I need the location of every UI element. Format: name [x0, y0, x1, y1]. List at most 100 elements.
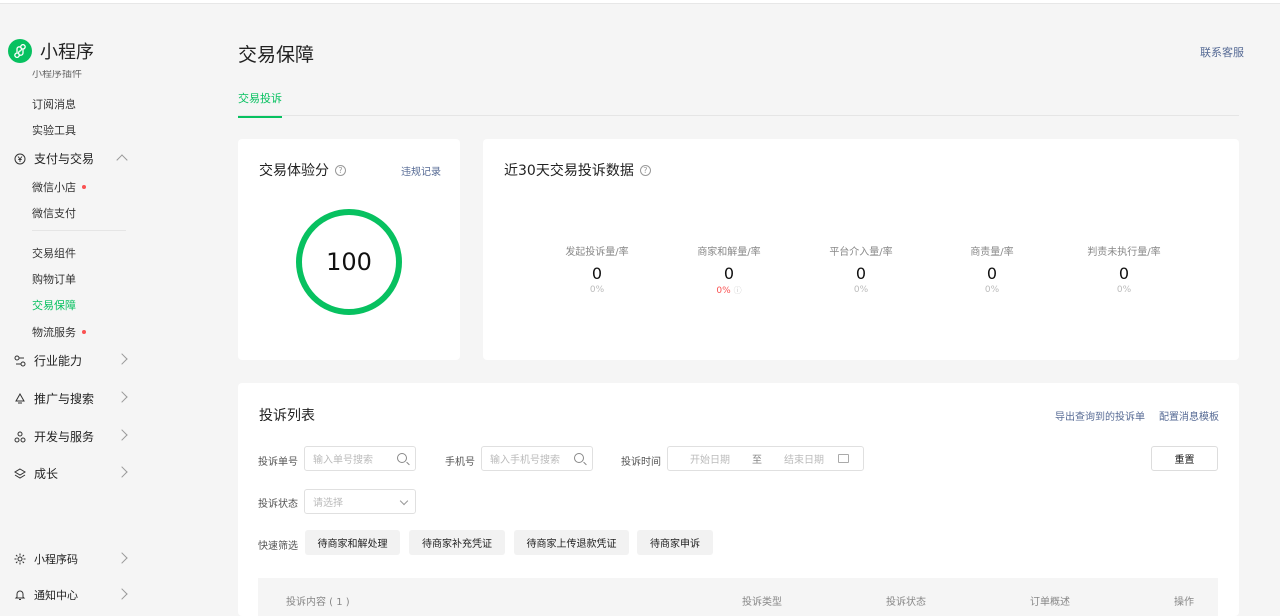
quick-filter-evidence[interactable]: 待商家补充凭证 — [409, 530, 505, 555]
complaint-time-label: 投诉时间 — [621, 457, 661, 468]
stat-percent: 0% — [853, 285, 869, 295]
sidebar-group-payment[interactable]: 支付与交易 — [14, 150, 94, 167]
quick-filter-appeal[interactable]: 待商家申诉 — [637, 530, 713, 555]
help-icon[interactable]: ? — [639, 164, 651, 176]
sidebar-item-orders[interactable]: 购物订单 — [32, 271, 76, 287]
stat-value: 0 — [986, 264, 998, 283]
info-icon[interactable]: ⓘ — [734, 286, 742, 295]
stat-complaints: 发起投诉量/率 0 0% — [532, 243, 662, 295]
sidebar-item-label: 小程序码 — [34, 553, 78, 566]
quick-filter-settle[interactable]: 待商家和解处理 — [305, 530, 400, 555]
column-content: 投诉内容 ( 1 ) — [286, 597, 350, 608]
order-number-placeholder: 输入单号搜索 — [313, 455, 373, 466]
stat-value: 0 — [723, 264, 735, 283]
column-order-summary: 订单概述 — [1030, 597, 1070, 608]
complaint-list-title: 投诉列表 — [259, 408, 315, 424]
sidebar-group-label: 行业能力 — [34, 354, 83, 368]
sidebar-group-promotion[interactable]: 推广与搜索 — [14, 390, 94, 407]
stats-card-title: 近30天交易投诉数据 ? — [504, 160, 651, 180]
sidebar-group-industry[interactable]: 行业能力 — [14, 352, 82, 369]
quick-filter-refund-proof[interactable]: 待商家上传退款凭证 — [514, 530, 629, 555]
stat-value: 0 — [1118, 264, 1130, 283]
sidebar-item-trade-component[interactable]: 交易组件 — [32, 245, 76, 261]
sidebar-item-qrcode[interactable]: 小程序码 — [14, 551, 78, 567]
sidebar-group-label: 成长 — [34, 467, 59, 481]
configure-template-link[interactable]: 配置消息模板 — [1159, 408, 1219, 423]
start-date-placeholder[interactable]: 开始日期 — [690, 451, 730, 466]
yen-circle-icon — [14, 153, 26, 165]
violation-record-link[interactable]: 违规记录 — [401, 163, 441, 178]
sidebar-group-label: 推广与搜索 — [34, 392, 95, 406]
sidebar-item-plugin[interactable]: 小程序插件 — [32, 70, 82, 80]
complaint-status-label: 投诉状态 — [258, 499, 298, 510]
column-status: 投诉状态 — [886, 597, 926, 608]
tab-bar: 交易投诉 — [238, 82, 1239, 118]
stat-label: 商家和解量/率 — [697, 247, 761, 258]
quick-filter-label: 快速筛选 — [258, 541, 298, 552]
dev-services-icon — [14, 431, 26, 443]
sidebar-item-logistics[interactable]: 物流服务 — [32, 324, 86, 340]
growth-icon — [14, 467, 26, 480]
score-card-title: 交易体验分 ? — [259, 160, 346, 180]
sidebar-group-label: 开发与服务 — [34, 430, 95, 444]
phone-input[interactable]: 输入手机号搜索 — [481, 446, 593, 471]
column-actions: 操作 — [1174, 597, 1194, 608]
sidebar-item-label: 物流服务 — [32, 326, 76, 339]
stat-merchant-settled: 商家和解量/率 0 0% ⓘ — [664, 243, 794, 296]
reset-button[interactable]: 重置 — [1151, 446, 1218, 471]
search-icon[interactable] — [574, 453, 584, 463]
help-icon[interactable]: ? — [335, 164, 346, 176]
export-complaints-link[interactable]: 导出查询到的投诉单 — [1055, 408, 1145, 423]
status-placeholder: 请选择 — [313, 498, 343, 509]
contact-support-link[interactable]: 联系客服 — [1200, 44, 1244, 60]
sidebar-item-label: 微信小店 — [32, 181, 76, 194]
bell-icon — [14, 589, 26, 601]
stat-value: 0 — [591, 264, 603, 283]
sidebar-group-label: 支付与交易 — [34, 152, 95, 166]
sidebar-item-subscription[interactable]: 订阅消息 — [32, 96, 76, 112]
sidebar-item-wechat-pay[interactable]: 微信支付 — [32, 205, 76, 221]
stat-label: 商责量/率 — [970, 247, 1014, 258]
search-icon[interactable] — [397, 453, 407, 463]
calendar-icon — [838, 454, 849, 463]
score-card-title-text: 交易体验分 — [259, 163, 329, 179]
stat-platform-intervention: 平台介入量/率 0 0% — [796, 243, 926, 295]
new-dot-icon — [82, 330, 86, 334]
top-border — [0, 0, 1280, 4]
chevron-down-icon — [399, 496, 409, 506]
score-ring: 100 — [296, 209, 402, 315]
tab-trade-complaints[interactable]: 交易投诉 — [238, 90, 282, 118]
table-header: 投诉内容 ( 1 ) 投诉类型 投诉状态 订单概述 操作 — [258, 578, 1218, 616]
sidebar-item-label: 通知中心 — [34, 589, 78, 602]
order-number-label: 投诉单号 — [258, 457, 298, 468]
stat-percent: 0% — [1116, 285, 1132, 295]
stat-unexecuted: 判责未执行量/率 0 0% — [1059, 243, 1189, 295]
sidebar-item-weixin-store[interactable]: 微信小店 — [32, 179, 86, 195]
stat-label: 发起投诉量/率 — [565, 247, 629, 258]
stat-value: 0 — [855, 264, 867, 283]
sidebar-item-lab-tools[interactable]: 实验工具 — [32, 122, 76, 138]
stat-label: 平台介入量/率 — [829, 247, 893, 258]
sun-code-icon — [14, 553, 26, 565]
sidebar-item-notifications[interactable]: 通知中心 — [14, 587, 78, 603]
stat-percent: 0% — [589, 285, 605, 295]
phone-placeholder: 输入手机号搜索 — [490, 455, 560, 466]
sidebar-divider — [32, 230, 126, 231]
order-number-input[interactable]: 输入单号搜索 — [304, 446, 416, 471]
complaint-status-select[interactable]: 请选择 — [304, 489, 416, 514]
stat-percent-text: 0% — [716, 286, 731, 296]
miniprogram-logo-icon — [8, 39, 32, 63]
stat-percent: 0% ⓘ — [664, 285, 794, 296]
stats-card: 近30天交易投诉数据 ? 发起投诉量/率 0 0% 商家和解量/率 0 0% ⓘ… — [483, 139, 1239, 360]
app-logo[interactable]: 小程序 — [8, 38, 94, 64]
column-type: 投诉类型 — [742, 597, 782, 608]
stat-percent: 0% — [984, 285, 1000, 295]
sidebar-group-dev-services[interactable]: 开发与服务 — [14, 428, 94, 445]
stat-label: 判责未执行量/率 — [1087, 247, 1161, 258]
end-date-placeholder[interactable]: 结束日期 — [784, 451, 824, 466]
date-range-picker[interactable]: 开始日期 至 结束日期 — [667, 446, 864, 471]
new-dot-icon — [82, 185, 86, 189]
industry-icon — [14, 355, 26, 367]
sidebar-item-trade-guarantee[interactable]: 交易保障 — [32, 297, 76, 313]
sidebar-group-growth[interactable]: 成长 — [14, 465, 58, 482]
